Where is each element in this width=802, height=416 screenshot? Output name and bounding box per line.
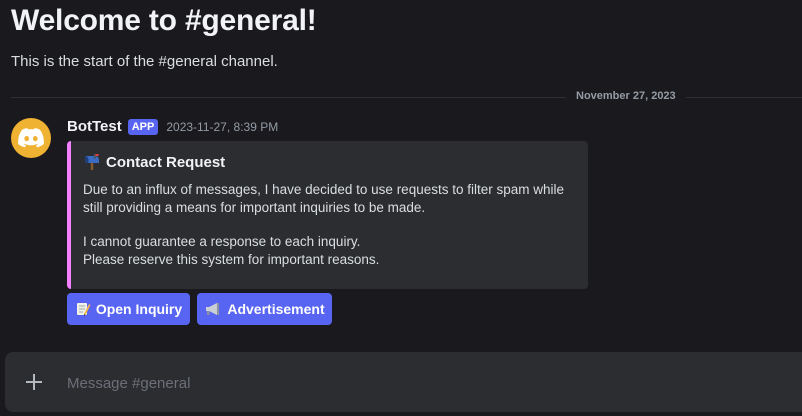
embed-title: Contact Request [83,153,225,171]
contact-request-embed: Contact Request Due to an influx of mess… [67,141,588,289]
embed-line: Please reserve this system for important… [83,252,380,267]
plus-icon [26,374,42,390]
channel-welcome-subtitle: This is the start of the #general channe… [11,53,278,70]
discord-logo-icon [18,128,44,148]
message-timestamp[interactable]: 2023-11-27, 8:39 PM [166,120,278,134]
embed-line: I cannot guarantee a response to each in… [83,234,361,249]
attach-button[interactable] [22,370,46,394]
open-inquiry-button[interactable]: Open Inquiry [67,293,190,325]
embed-title-text: Contact Request [106,153,226,171]
message-composer [5,352,802,412]
avatar[interactable] [11,118,51,158]
embed-paragraph: Due to an influx of messages, I have dec… [83,182,565,215]
message-header: BotTest APP 2023-11-27, 8:39 PM [67,118,278,135]
embed-description: Due to an influx of messages, I have dec… [83,181,573,269]
memo-icon [76,303,91,316]
advertisement-label: Advertisement [227,301,325,317]
megaphone-icon [206,303,220,315]
advertisement-button[interactable]: Advertisement [197,293,332,325]
message-author[interactable]: BotTest [67,118,122,135]
app-badge: APP [127,118,159,135]
date-divider-label: November 27, 2023 [566,90,686,102]
channel-welcome-title: Welcome to #general! [11,4,317,37]
message-input[interactable] [65,370,769,396]
mailbox-icon [85,154,99,170]
open-inquiry-label: Open Inquiry [95,301,183,317]
